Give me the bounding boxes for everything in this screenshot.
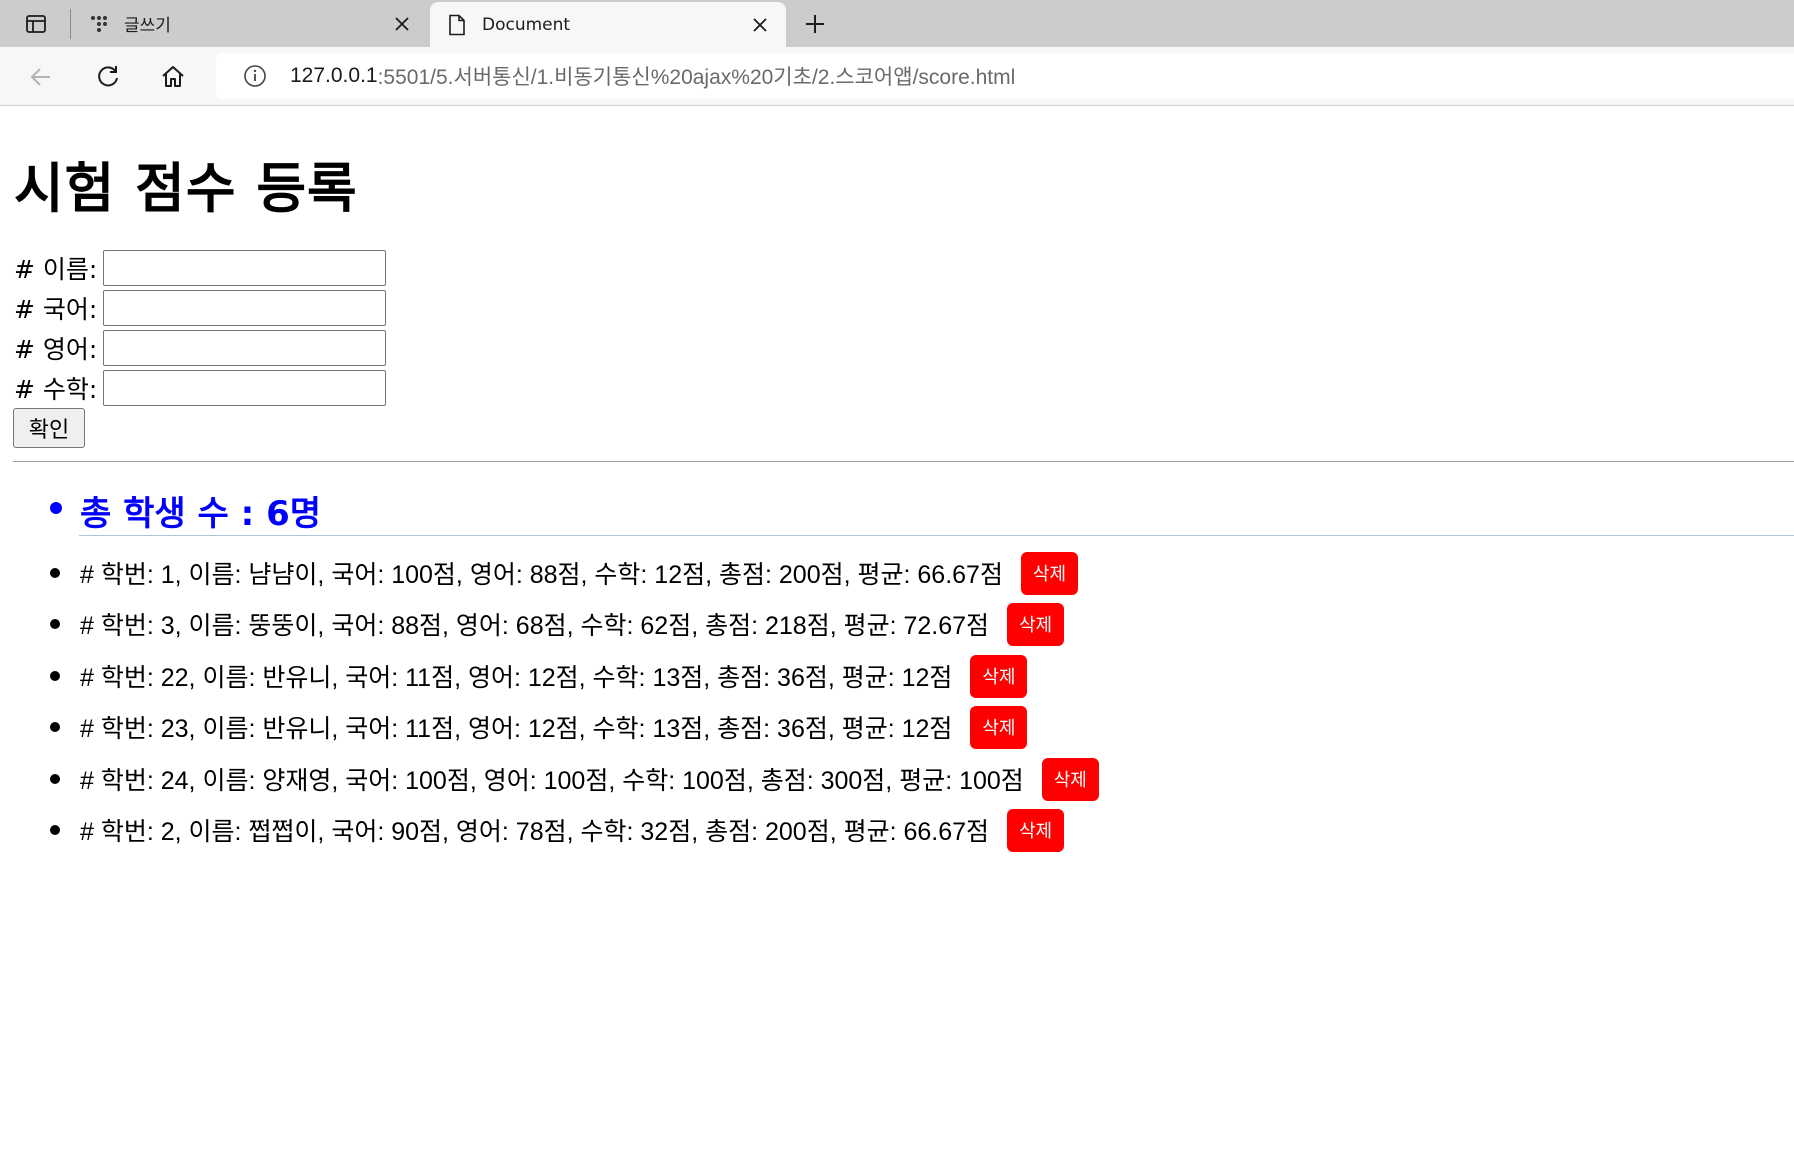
browser-tab-bar: 글쓰기 Document [0,0,1794,47]
tab-write[interactable]: 글쓰기 [84,0,428,47]
browser-toolbar: 127.0.0.1:5501/5.서버통신/1.비동기통신%20ajax%20기… [0,47,1794,106]
korean-input[interactable] [103,290,387,326]
back-button[interactable] [21,57,61,97]
tab-document[interactable]: Document [430,2,786,47]
score-text: # 학번: 3, 이름: 뚱뚱이, 국어: 88점, 영어: 68점, 수학: … [80,612,990,640]
list-item: # 학번: 3, 이름: 뚱뚱이, 국어: 88점, 영어: 68점, 수학: … [50,599,1065,649]
list-bullet [50,619,60,629]
list-item: # 학번: 24, 이름: 양재영, 국어: 100점, 영어: 100점, 수… [50,754,1099,804]
divider [13,461,1794,462]
reload-icon [98,66,118,87]
tab-separator [70,9,71,39]
tab-actions-button[interactable] [18,10,54,38]
new-tab-button[interactable] [798,7,832,41]
list-bullet [50,568,60,578]
document-icon [446,14,468,36]
score-text: # 학번: 22, 이름: 반유니, 국어: 11점, 영어: 12점, 수학:… [80,664,953,692]
math-input[interactable] [103,370,387,406]
list-bullet [50,825,60,835]
total-underline [79,535,1794,536]
page-title: 시험 점수 등록 [14,157,358,220]
home-icon [162,66,184,87]
korean-label: # 국어: [14,295,98,324]
tab-title: 글쓰기 [124,16,171,36]
page-content: 시험 점수 등록 # 이름: # 국어: # 영어: # 수학: 확인 총 학생… [0,106,1794,1166]
score-text: # 학번: 24, 이름: 양재영, 국어: 100점, 영어: 100점, 수… [80,767,1024,795]
delete-button[interactable]: 삭제 [970,654,1028,698]
score-text: # 학번: 23, 이름: 반유니, 국어: 11점, 영어: 12점, 수학:… [80,715,953,743]
korean-row: # 국어: [14,289,387,327]
name-row: # 이름: [14,249,387,287]
delete-button[interactable]: 삭제 [1007,602,1065,646]
tab-actions-icon [26,15,46,33]
total-students-item: 총 학생 수 : 6명 [46,482,1794,538]
list-bullet [50,502,62,514]
english-row: # 영어: [14,329,387,367]
list-bullet [50,774,60,784]
math-row: # 수학: [14,369,387,407]
list-item: # 학번: 23, 이름: 반유니, 국어: 11점, 영어: 12점, 수학:… [50,702,1028,752]
list-bullet [50,722,60,732]
list-item: # 학번: 2, 이름: 쩝쩝이, 국어: 90점, 영어: 78점, 수학: … [50,805,1065,855]
english-label: # 영어: [14,335,98,364]
delete-button[interactable]: 삭제 [1007,808,1065,852]
delete-button[interactable]: 삭제 [1020,551,1078,595]
close-icon[interactable] [746,11,774,39]
address-bar[interactable]: 127.0.0.1:5501/5.서버통신/1.비동기통신%20ajax%20기… [216,53,1794,99]
score-text: # 학번: 2, 이름: 쩝쩝이, 국어: 90점, 영어: 78점, 수학: … [80,818,990,846]
math-label: # 수학: [14,375,98,404]
confirm-button[interactable]: 확인 [13,408,85,448]
delete-button[interactable]: 삭제 [970,705,1028,749]
list-item: # 학번: 22, 이름: 반유니, 국어: 11점, 영어: 12점, 수학:… [50,651,1028,701]
list-bullet [50,671,60,681]
tab-title: Document [482,14,571,35]
close-icon[interactable] [388,10,416,38]
delete-button[interactable]: 삭제 [1041,757,1099,801]
total-students-count: 총 학생 수 : 6명 [80,494,322,534]
back-arrow-icon [30,68,50,86]
list-item: # 학번: 1, 이름: 냠냠이, 국어: 100점, 영어: 88점, 수학:… [50,548,1078,598]
reload-button[interactable] [88,57,128,97]
url-path: :5501/5.서버통신/1.비동기통신%20ajax%20기초/2.스코어앱/… [377,66,1016,89]
app-dots-icon [88,13,110,35]
home-button[interactable] [153,57,193,97]
info-icon[interactable] [242,63,268,89]
plus-icon [806,15,824,33]
name-input[interactable] [103,250,387,286]
url-host: 127.0.0.1 [290,64,378,87]
english-input[interactable] [103,330,387,366]
name-label: # 이름: [14,255,98,284]
score-text: # 학번: 1, 이름: 냠냠이, 국어: 100점, 영어: 88점, 수학:… [80,561,1003,589]
